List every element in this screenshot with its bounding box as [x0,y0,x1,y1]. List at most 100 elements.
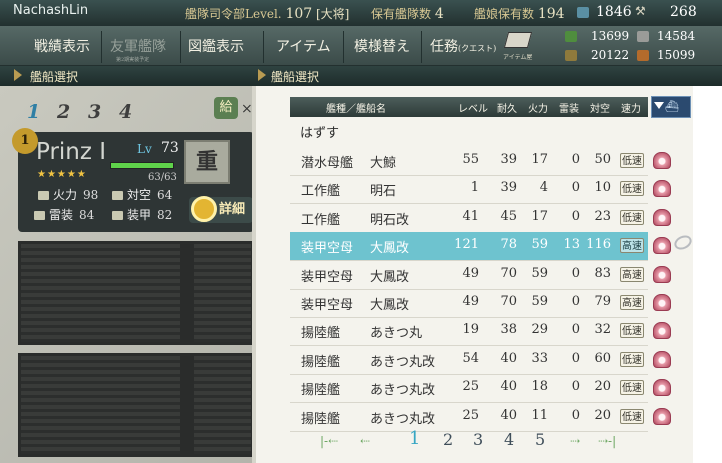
fleet-count: 4 [434,6,444,22]
lock-icon[interactable] [653,209,671,226]
torpedo-cell: 13 [563,237,580,252]
ammo-count: 20122 [591,48,630,62]
lock-icon[interactable] [653,351,671,368]
menu-record[interactable]: 戦績表示 [34,36,90,56]
antiair-cell: 60 [594,351,611,366]
item-shop-button[interactable]: アイテム屋 [503,30,537,62]
remove-ship-option[interactable]: はずす [300,122,339,141]
speed-badge: 低速 [620,380,644,395]
firepower-cell: 11 [531,408,548,423]
hq-level: 107 [285,6,313,22]
user-name: NachashLin [13,3,89,18]
speed-badge: 高速 [620,267,644,282]
stat-value: 82 [157,208,173,222]
fleet-count-group: 保有艦隊数 4 [371,5,444,22]
menu-furniture[interactable]: 模様替え [354,36,410,56]
menu-divider [421,31,422,63]
first-page-button[interactable]: |-⇠ [320,434,338,448]
ship-name: Prinz I [36,139,107,165]
bauxite-count: 15099 [657,48,696,62]
ship-list-row[interactable]: 揚陸艦 あきつ丸改 54 40 33 0 60 低速 [290,346,648,374]
level-cell: 49 [462,266,479,281]
torpedo-cell: 0 [571,266,580,281]
lock-icon[interactable] [653,408,671,425]
bucket-icon [577,7,589,18]
lock-icon[interactable] [653,266,671,283]
fleet-tab-4[interactable]: 4 [119,101,132,123]
lock-icon[interactable] [653,237,671,254]
prev-page-button[interactable]: ⇠ [360,434,370,448]
col-type-name[interactable]: 艦種／艦船名 [326,100,386,115]
col-level[interactable]: レベル [458,100,488,115]
lock-icon[interactable] [653,294,671,311]
speed-badge: 低速 [620,153,644,168]
ship-list-row[interactable]: 装甲空母 大鳳改 121 78 59 13 116 高速 [290,232,648,260]
page-4[interactable]: 4 [504,430,514,449]
ship-list-row[interactable]: 揚陸艦 あきつ丸改 25 40 11 0 20 低速 [290,403,648,431]
section-arrow-icon [258,69,266,81]
hp-cell: 39 [500,180,517,195]
hp-cell: 78 [500,237,517,252]
hp-cell: 70 [500,266,517,281]
empty-ship-slot[interactable] [18,241,254,345]
stat-label: 装甲 [127,208,152,222]
torpedo-cell: 0 [571,408,580,423]
fleet-tab-3[interactable]: 3 [88,101,101,123]
menu-encyclopedia[interactable]: 図鑑表示 [188,36,244,56]
level-cell: 1 [470,180,479,195]
right-margin [693,86,722,463]
firepower-cell: 29 [531,322,548,337]
ship-list-row[interactable]: 装甲空母 大鳳改 49 70 59 0 79 高速 [290,289,648,317]
fleet-tab-1[interactable]: 1 [27,101,40,123]
ship-list-row[interactable]: 工作艦 明石 1 39 4 0 10 低速 [290,175,648,203]
build-icon: ⚒ [635,4,646,18]
ship-list-row[interactable]: 装甲空母 大鳳改 49 70 59 0 83 高速 [290,261,648,289]
col-torpedo[interactable]: 雷装 [559,100,579,115]
col-antiair[interactable]: 対空 [590,100,610,115]
ship-type: 揚陸艦 [301,412,341,427]
supply-button[interactable]: 給 [214,97,238,119]
last-page-button[interactable]: ⇢-| [598,434,616,448]
col-firepower[interactable]: 火力 [528,100,548,115]
menu-items[interactable]: アイテム [276,36,331,56]
lock-icon[interactable] [653,379,671,396]
page-2[interactable]: 2 [443,430,453,449]
antiair-cell: 20 [594,408,611,423]
stat-value: 98 [83,188,99,202]
hp-cell: 40 [500,379,517,394]
lock-icon[interactable] [653,152,671,169]
bauxite-icon [637,50,649,61]
magnifier-icon [191,196,217,222]
stat-antiair: 対空 64 [112,186,172,202]
page-5[interactable]: 5 [535,430,545,449]
empty-ship-slot[interactable] [18,353,254,457]
ship-type: 工作艦 [301,184,341,199]
ship-list-row[interactable]: 工作艦 明石改 41 45 17 0 23 低速 [290,204,648,232]
antiair-icon [112,191,123,200]
torpedo-cell: 0 [571,294,580,309]
lock-icon[interactable] [653,322,671,339]
ship-type: 揚陸艦 [301,355,341,370]
antiair-cell: 83 [594,266,611,281]
ship-list-header: 艦種／艦船名 レベル 耐久 火力 雷装 対空 速力 [290,97,648,117]
menu-friend-fleet[interactable]: 友軍艦隊 [110,36,166,56]
fuel-count: 13699 [591,29,630,43]
ship-list-row[interactable]: 揚陸艦 あきつ丸 19 38 29 0 32 低速 [290,317,648,345]
ship-list-row[interactable]: 潜水母艦 大鯨 55 39 17 0 50 低速 [290,147,648,175]
page-3[interactable]: 3 [473,430,483,449]
speed-badge: 低速 [620,409,644,424]
ship-list-row[interactable]: 揚陸艦 あきつ丸改 25 40 18 0 20 低速 [290,374,648,402]
stat-label: 火力 [53,188,78,202]
chevron-down-icon [654,102,664,109]
col-hp[interactable]: 耐久 [497,100,517,115]
lock-icon[interactable] [653,180,671,197]
page-1[interactable]: 1 [409,428,420,449]
menu-quest[interactable]: 任務(クエスト) [430,36,496,56]
supply-close-icon[interactable]: × [241,101,253,117]
fleet-tab-2[interactable]: 2 [57,101,70,123]
torpedo-cell: 0 [571,379,580,394]
stat-armor: 装甲 82 [112,206,173,222]
ship-name-cell: あきつ丸改 [370,355,436,370]
next-page-button[interactable]: ⇢ [570,434,580,448]
col-speed[interactable]: 速力 [621,100,641,115]
